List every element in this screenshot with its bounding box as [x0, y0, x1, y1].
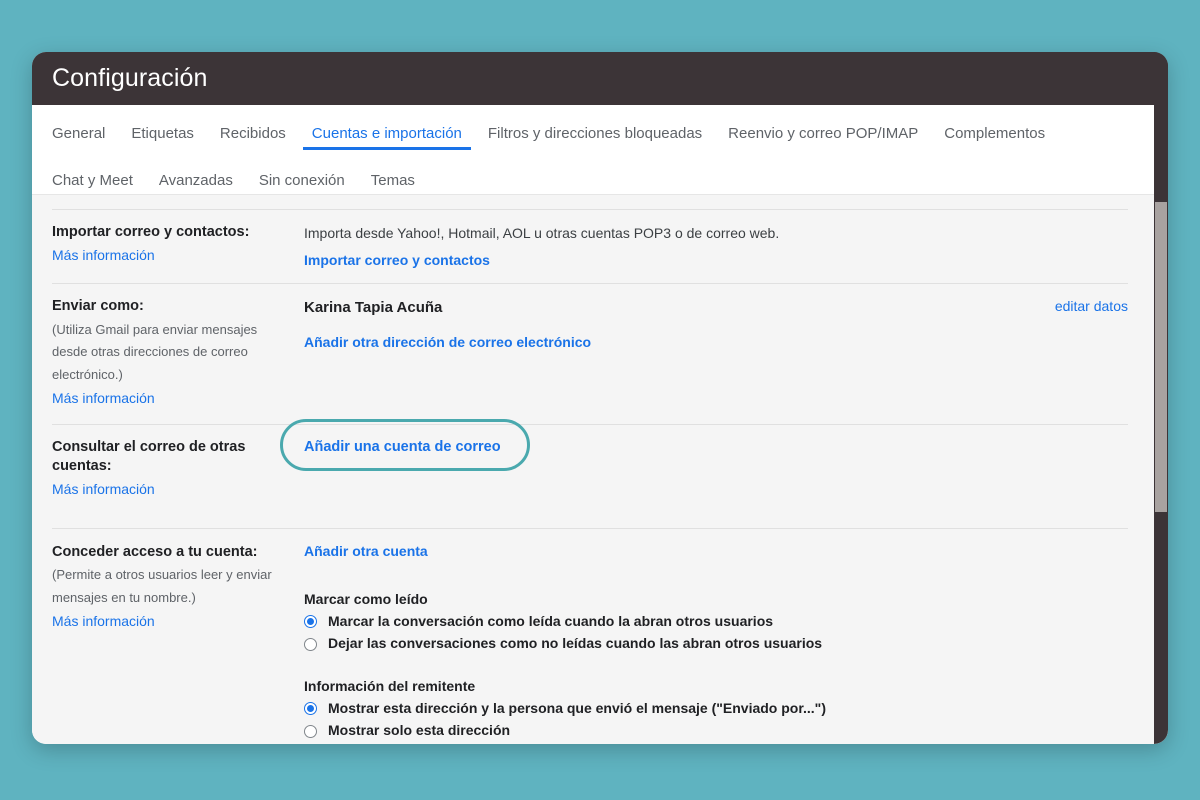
tab-complementos[interactable]: Complementos: [931, 126, 1058, 150]
check-mail-more-info-link[interactable]: Más información: [52, 478, 155, 502]
tab-general[interactable]: General: [52, 126, 118, 150]
check-mail-label: Consultar el correo de otras cuentas:: [52, 438, 246, 475]
row-body-column: Importa desde Yahoo!, Hotmail, AOL u otr…: [304, 223, 1128, 270]
settings-content-scroll-area[interactable]: Importar correo y contactos: Más informa…: [32, 195, 1168, 744]
tab-label: Avanzadas: [158, 172, 233, 189]
tab-label: Cuentas e importación: [311, 125, 462, 142]
tab-sin-conexion[interactable]: Sin conexión: [246, 173, 358, 188]
row-body-column: Añadir una cuenta de correo: [304, 438, 1128, 456]
settings-window: Configuración General Etiquetas Recibido…: [32, 52, 1168, 744]
row-body-column: Karina Tapia Acuña editar datos Añadir o…: [304, 297, 1128, 352]
tab-reenvio-y-correo-pop-imap[interactable]: Reenvio y correo POP/IMAP: [715, 126, 931, 150]
tab-label: Temas: [370, 172, 415, 189]
row-label-column: Consultar el correo de otras cuentas: Má…: [52, 438, 304, 502]
add-another-account-link[interactable]: Añadir otra cuenta: [304, 543, 428, 559]
row-enviar-como: Enviar como: (Utiliza Gmail para enviar …: [52, 284, 1128, 423]
row-consultar-correo-otras-cuentas: Consultar el correo de otras cuentas: Má…: [52, 425, 1128, 528]
tab-row-primary: General Etiquetas Recibidos Cuentas e im…: [52, 105, 1168, 150]
mark-as-read-title: Marcar como leído: [304, 590, 428, 607]
radio-indicator[interactable]: [304, 724, 317, 738]
tab-avanzadas[interactable]: Avanzadas: [146, 173, 246, 188]
send-as-label: Enviar como:: [52, 298, 144, 315]
tab-label: Reenvio y correo POP/IMAP: [728, 125, 919, 142]
edit-account-details-link[interactable]: editar datos: [1055, 298, 1128, 314]
grant-access-note: (Permite a otros usuarios leer y enviar …: [52, 567, 272, 605]
import-more-info-link[interactable]: Más información: [52, 244, 155, 268]
radio-show-address-only[interactable]: Mostrar solo esta dirección: [304, 721, 1128, 741]
radio-indicator[interactable]: [304, 614, 317, 628]
grant-access-label: Conceder acceso a tu cuenta:: [52, 543, 258, 560]
radio-show-address-and-sender[interactable]: Mostrar esta dirección y la persona que …: [304, 699, 1128, 719]
window-titlebar: Configuración: [32, 52, 1168, 105]
tab-label: Chat y Meet: [52, 172, 133, 189]
sender-info-group: Información del remitente Mostrar esta d…: [304, 678, 1128, 741]
tab-label: General: [52, 125, 106, 142]
import-mail-and-contacts-link[interactable]: Importar correo y contactos: [304, 252, 490, 268]
add-another-email-address-link[interactable]: Añadir otra dirección de correo electrón…: [304, 334, 591, 350]
row-body-column: Añadir otra cuenta Marcar como leído Mar…: [304, 543, 1128, 744]
settings-tab-strip: General Etiquetas Recibidos Cuentas e im…: [32, 105, 1168, 195]
settings-content: Importar correo y contactos: Más informa…: [32, 195, 1154, 744]
send-as-more-info-link[interactable]: Más información: [52, 387, 155, 411]
tab-cuentas-e-importacion[interactable]: Cuentas e importación: [299, 126, 475, 150]
grant-access-more-info-link[interactable]: Más información: [52, 610, 155, 634]
add-mail-account-button[interactable]: Añadir una cuenta de correo: [304, 439, 501, 455]
radio-leave-conversation-unread[interactable]: Dejar las conversaciones como no leídas …: [304, 634, 1128, 654]
radio-indicator[interactable]: [304, 637, 317, 651]
radio-mark-conversation-read[interactable]: Marcar la conversación como leída cuando…: [304, 612, 1128, 632]
tab-etiquetas[interactable]: Etiquetas: [118, 126, 207, 150]
content-scrollbar-track[interactable]: [1154, 52, 1168, 744]
import-description: Importa desde Yahoo!, Hotmail, AOL u otr…: [304, 225, 780, 241]
tab-recibidos[interactable]: Recibidos: [207, 126, 299, 150]
tab-label: Complementos: [944, 125, 1046, 142]
sender-info-title: Información del remitente: [304, 677, 476, 694]
tab-temas[interactable]: Temas: [358, 173, 428, 188]
row-label-column: Conceder acceso a tu cuenta: (Permite a …: [52, 543, 304, 634]
tab-filtros-y-direcciones-bloqueadas[interactable]: Filtros y direcciones bloqueadas: [475, 126, 715, 150]
page-title: Configuración: [52, 64, 208, 92]
radio-label: Mostrar esta dirección y la persona que …: [328, 699, 826, 716]
import-label: Importar correo y contactos:: [52, 224, 250, 240]
row-importar-correo-y-contactos: Importar correo y contactos: Más informa…: [52, 210, 1128, 283]
send-as-note: (Utiliza Gmail para enviar mensajes desd…: [52, 321, 258, 382]
radio-label: Mostrar solo esta dirección: [328, 722, 511, 739]
tab-label: Recibidos: [219, 125, 286, 142]
clipped-previous-row: [52, 195, 1128, 209]
tab-label: Filtros y direcciones bloqueadas: [487, 125, 703, 142]
radio-label: Dejar las conversaciones como no leídas …: [328, 635, 823, 652]
tab-row-secondary: Chat y Meet Avanzadas Sin conexión Temas: [52, 150, 1168, 194]
row-label-column: Enviar como: (Utiliza Gmail para enviar …: [52, 297, 304, 410]
row-conceder-acceso: Conceder acceso a tu cuenta: (Permite a …: [52, 529, 1128, 744]
radio-indicator[interactable]: [304, 702, 317, 716]
content-scrollbar-thumb[interactable]: [1155, 202, 1167, 512]
tab-label: Sin conexión: [258, 172, 345, 189]
tab-label: Etiquetas: [131, 125, 194, 142]
mark-as-read-group: Marcar como leído Marcar la conversación…: [304, 591, 1128, 654]
row-label-column: Importar correo y contactos: Más informa…: [52, 223, 304, 267]
radio-label: Marcar la conversación como leída cuando…: [328, 612, 774, 629]
tab-chat-y-meet[interactable]: Chat y Meet: [52, 173, 146, 188]
send-as-account-name: Karina Tapia Acuña: [304, 299, 443, 317]
clipped-previous-row-text: [304, 195, 308, 201]
